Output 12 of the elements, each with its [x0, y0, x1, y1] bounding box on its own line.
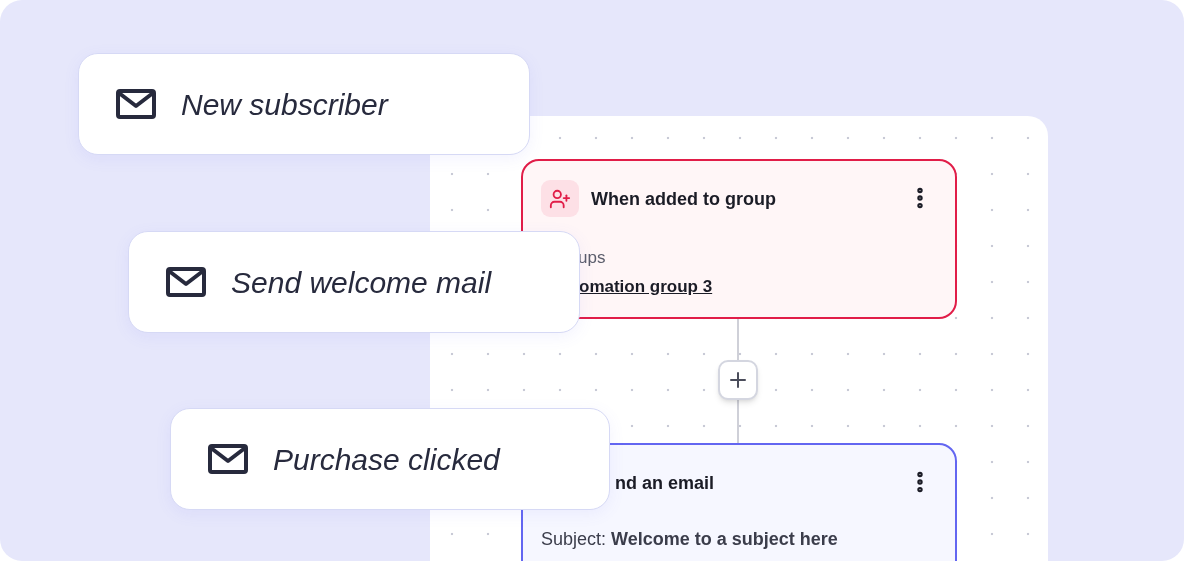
event-label: Purchase clicked	[273, 441, 500, 478]
mail-icon	[165, 266, 207, 298]
node-title: When added to group	[591, 188, 776, 211]
mail-icon	[115, 88, 157, 120]
group-link[interactable]: omation group 3	[579, 274, 713, 300]
subject-text: Subject: Welcome to a subject here	[541, 528, 838, 551]
event-label: New subscriber	[181, 86, 388, 123]
node-title: nd an email	[615, 472, 715, 495]
user-plus-icon	[549, 187, 571, 210]
mail-icon	[207, 443, 249, 475]
add-step-button[interactable]	[718, 360, 758, 400]
event-label: Send welcome mail	[231, 264, 492, 301]
